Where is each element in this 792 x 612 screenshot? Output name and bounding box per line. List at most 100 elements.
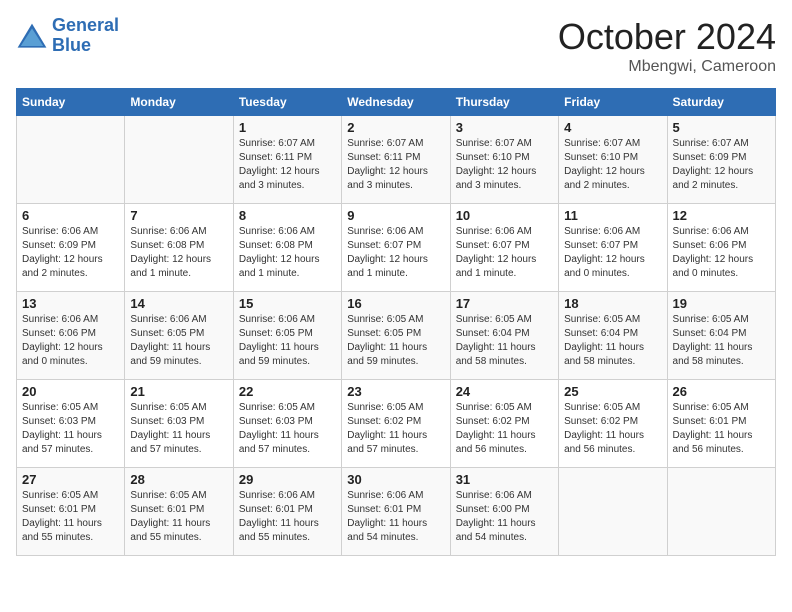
- calendar-cell: 28Sunrise: 6:05 AM Sunset: 6:01 PM Dayli…: [125, 468, 233, 556]
- calendar-cell: 30 Sunrise: 6:06 AM Sunset: 6:01 PM Dayli…: [342, 468, 450, 556]
- day-number: 15: [239, 296, 336, 311]
- day-info: Sunrise: 6:07 AM Sunset: 6:10 PM Dayligh…: [564, 137, 661, 193]
- day-info: Sunrise: 6:06 AM Sunset: 6:09 PM Dayligh…: [22, 225, 119, 281]
- calendar-cell: 1 Sunrise: 6:07 AM Sunset: 6:11 PM Daylig…: [233, 116, 341, 204]
- calendar-cell: 10 Sunrise: 6:06 AM Sunset: 6:07 PM Dayli…: [450, 204, 558, 292]
- day-info: Sunrise: 6:07 AM Sunset: 6:11 PM Dayligh…: [239, 137, 336, 193]
- calendar-week-4: 20 Sunrise: 6:05 AM Sunset: 6:03 PM Dayli…: [17, 380, 776, 468]
- day-number: 24: [456, 384, 553, 399]
- logo: General Blue: [16, 16, 119, 56]
- day-info: Sunrise: 6:05 AM Sunset: 6:04 PM Dayligh…: [564, 313, 661, 369]
- day-number: 18: [564, 296, 661, 311]
- day-info: Sunrise: 6:07 AM Sunset: 6:11 PM Dayligh…: [347, 137, 444, 193]
- weekday-header-thursday: Thursday: [450, 89, 558, 116]
- day-info: Sunrise: 6:05 AM Sunset: 6:01 PM Dayligh…: [673, 401, 770, 457]
- day-number: 6: [22, 208, 119, 223]
- day-info: Sunrise: 6:06 AM Sunset: 6:07 PM Dayligh…: [347, 225, 444, 281]
- day-number: 12: [673, 208, 770, 223]
- day-info: Sunrise: 6:06 AM Sunset: 6:07 PM Dayligh…: [564, 225, 661, 281]
- weekday-header-monday: Monday: [125, 89, 233, 116]
- calendar-cell: 7Sunrise: 6:06 AM Sunset: 6:08 PM Daylig…: [125, 204, 233, 292]
- page-header: General Blue October 2024 Mbengwi, Camer…: [16, 16, 776, 76]
- calendar-cell: 25 Sunrise: 6:05 AM Sunset: 6:02 PM Dayli…: [559, 380, 667, 468]
- day-info: Sunrise: 6:06 AM Sunset: 6:06 PM Dayligh…: [673, 225, 770, 281]
- day-info: Sunrise: 6:06 AM Sunset: 6:05 PM Dayligh…: [130, 313, 227, 369]
- calendar-cell: 11 Sunrise: 6:06 AM Sunset: 6:07 PM Dayli…: [559, 204, 667, 292]
- calendar-cell: 6 Sunrise: 6:06 AM Sunset: 6:09 PM Daylig…: [17, 204, 125, 292]
- day-info: Sunrise: 6:05 AM Sunset: 6:02 PM Dayligh…: [564, 401, 661, 457]
- day-number: 13: [22, 296, 119, 311]
- day-info: Sunrise: 6:05 AM Sunset: 6:03 PM Dayligh…: [22, 401, 119, 457]
- calendar-week-1: 1 Sunrise: 6:07 AM Sunset: 6:11 PM Daylig…: [17, 116, 776, 204]
- day-number: 10: [456, 208, 553, 223]
- day-info: Sunrise: 6:06 AM Sunset: 6:05 PM Dayligh…: [239, 313, 336, 369]
- title-block: October 2024 Mbengwi, Cameroon: [558, 16, 776, 76]
- day-number: 23: [347, 384, 444, 399]
- page-title: October 2024: [558, 16, 776, 58]
- day-info: Sunrise: 6:05 AM Sunset: 6:05 PM Dayligh…: [347, 313, 444, 369]
- weekday-header-saturday: Saturday: [667, 89, 775, 116]
- weekday-header-sunday: Sunday: [17, 89, 125, 116]
- day-info: Sunrise: 6:06 AM Sunset: 6:01 PM Dayligh…: [347, 489, 444, 545]
- logo-text: General Blue: [52, 16, 119, 56]
- day-info: Sunrise: 6:05 AM Sunset: 6:02 PM Dayligh…: [347, 401, 444, 457]
- day-number: 17: [456, 296, 553, 311]
- day-number: 16: [347, 296, 444, 311]
- day-info: Sunrise: 6:05 AM Sunset: 6:04 PM Dayligh…: [673, 313, 770, 369]
- calendar-cell: 13Sunrise: 6:06 AM Sunset: 6:06 PM Dayli…: [17, 292, 125, 380]
- day-number: 2: [347, 120, 444, 135]
- calendar-cell: 14Sunrise: 6:06 AM Sunset: 6:05 PM Dayli…: [125, 292, 233, 380]
- calendar-cell: [559, 468, 667, 556]
- logo-line1: General: [52, 15, 119, 35]
- day-number: 7: [130, 208, 227, 223]
- weekday-header-wednesday: Wednesday: [342, 89, 450, 116]
- day-number: 26: [673, 384, 770, 399]
- calendar-cell: 19 Sunrise: 6:05 AM Sunset: 6:04 PM Dayli…: [667, 292, 775, 380]
- calendar-cell: 8 Sunrise: 6:06 AM Sunset: 6:08 PM Daylig…: [233, 204, 341, 292]
- day-info: Sunrise: 6:05 AM Sunset: 6:02 PM Dayligh…: [456, 401, 553, 457]
- day-number: 31: [456, 472, 553, 487]
- weekday-header-friday: Friday: [559, 89, 667, 116]
- day-number: 9: [347, 208, 444, 223]
- calendar-cell: 15 Sunrise: 6:06 AM Sunset: 6:05 PM Dayli…: [233, 292, 341, 380]
- calendar-cell: 9 Sunrise: 6:06 AM Sunset: 6:07 PM Daylig…: [342, 204, 450, 292]
- day-info: Sunrise: 6:07 AM Sunset: 6:09 PM Dayligh…: [673, 137, 770, 193]
- calendar-cell: 31 Sunrise: 6:06 AM Sunset: 6:00 PM Dayli…: [450, 468, 558, 556]
- weekday-header-tuesday: Tuesday: [233, 89, 341, 116]
- day-info: Sunrise: 6:06 AM Sunset: 6:07 PM Dayligh…: [456, 225, 553, 281]
- day-number: 8: [239, 208, 336, 223]
- calendar-cell: 18 Sunrise: 6:05 AM Sunset: 6:04 PM Dayli…: [559, 292, 667, 380]
- calendar-cell: 16 Sunrise: 6:05 AM Sunset: 6:05 PM Dayli…: [342, 292, 450, 380]
- day-number: 20: [22, 384, 119, 399]
- day-number: 28: [130, 472, 227, 487]
- calendar-cell: 4Sunrise: 6:07 AM Sunset: 6:10 PM Daylig…: [559, 116, 667, 204]
- day-number: 11: [564, 208, 661, 223]
- calendar-cell: 22 Sunrise: 6:05 AM Sunset: 6:03 PM Dayli…: [233, 380, 341, 468]
- calendar-week-5: 27Sunrise: 6:05 AM Sunset: 6:01 PM Dayli…: [17, 468, 776, 556]
- calendar-cell: 23 Sunrise: 6:05 AM Sunset: 6:02 PM Dayli…: [342, 380, 450, 468]
- day-info: Sunrise: 6:05 AM Sunset: 6:03 PM Dayligh…: [130, 401, 227, 457]
- day-number: 30: [347, 472, 444, 487]
- calendar-cell: 17 Sunrise: 6:05 AM Sunset: 6:04 PM Dayli…: [450, 292, 558, 380]
- day-number: 22: [239, 384, 336, 399]
- calendar-cell: [17, 116, 125, 204]
- day-number: 1: [239, 120, 336, 135]
- calendar-cell: 27Sunrise: 6:05 AM Sunset: 6:01 PM Dayli…: [17, 468, 125, 556]
- day-info: Sunrise: 6:05 AM Sunset: 6:03 PM Dayligh…: [239, 401, 336, 457]
- calendar-cell: [667, 468, 775, 556]
- calendar-cell: 26 Sunrise: 6:05 AM Sunset: 6:01 PM Dayli…: [667, 380, 775, 468]
- day-number: 21: [130, 384, 227, 399]
- day-info: Sunrise: 6:05 AM Sunset: 6:04 PM Dayligh…: [456, 313, 553, 369]
- logo-line2: Blue: [52, 35, 91, 55]
- day-number: 25: [564, 384, 661, 399]
- day-info: Sunrise: 6:06 AM Sunset: 6:08 PM Dayligh…: [239, 225, 336, 281]
- calendar-week-2: 6 Sunrise: 6:06 AM Sunset: 6:09 PM Daylig…: [17, 204, 776, 292]
- logo-icon: [16, 22, 48, 50]
- calendar-cell: 5Sunrise: 6:07 AM Sunset: 6:09 PM Daylig…: [667, 116, 775, 204]
- day-info: Sunrise: 6:06 AM Sunset: 6:00 PM Dayligh…: [456, 489, 553, 545]
- day-number: 27: [22, 472, 119, 487]
- day-number: 19: [673, 296, 770, 311]
- calendar-cell: 3Sunrise: 6:07 AM Sunset: 6:10 PM Daylig…: [450, 116, 558, 204]
- calendar-cell: 21 Sunrise: 6:05 AM Sunset: 6:03 PM Dayli…: [125, 380, 233, 468]
- day-info: Sunrise: 6:07 AM Sunset: 6:10 PM Dayligh…: [456, 137, 553, 193]
